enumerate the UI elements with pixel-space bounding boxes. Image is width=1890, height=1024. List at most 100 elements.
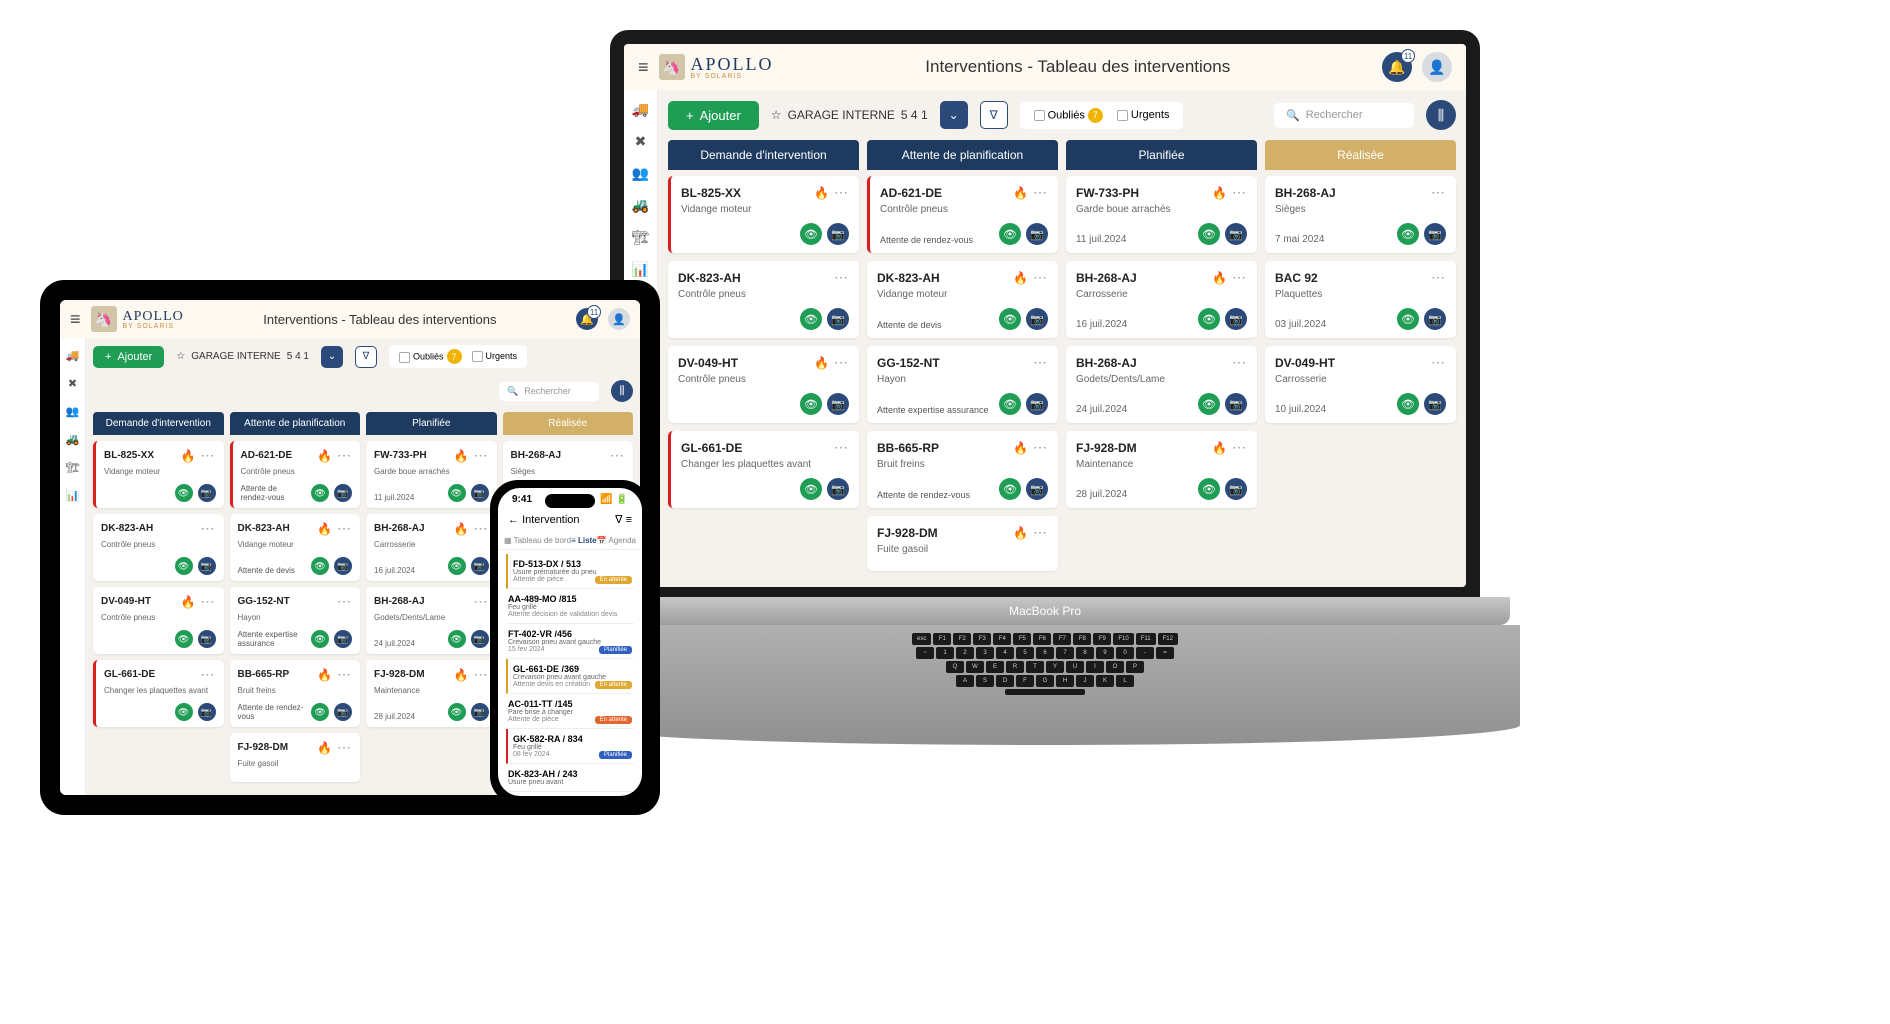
phone-tab[interactable]: ≡ Liste [571,536,597,545]
search-input[interactable]: 🔍 Rechercher [499,382,599,401]
sidebar-truck-icon[interactable]: 🚚 [632,100,650,118]
view-icon[interactable]: 👁 [1198,393,1220,415]
phone-list-item[interactable]: FD-513-DX / 513Usure prématurée du pneuA… [506,554,634,589]
sidebar-truck-icon[interactable]: 🚚 [64,346,82,364]
camera-icon[interactable]: 📷 [1424,393,1446,415]
intervention-card[interactable]: GL-661-DE⋯Changer les plaquettes avant👁📷 [668,431,859,508]
card-menu-icon[interactable]: ⋯ [337,739,352,756]
sidebar-crane-icon[interactable]: 🏗 [632,228,650,246]
card-menu-icon[interactable]: ⋯ [1033,439,1048,456]
add-button[interactable]: + Ajouter [668,101,759,130]
camera-icon[interactable]: 📷 [471,703,489,721]
phone-list-item[interactable]: AC-011-TT /145Pare brise à changerAttent… [506,694,634,729]
card-menu-icon[interactable]: ⋯ [201,520,216,537]
camera-icon[interactable]: 📷 [1225,393,1247,415]
camera-icon[interactable]: 📷 [1424,308,1446,330]
notifications-button[interactable]: 🔔11 [576,308,598,330]
intervention-card[interactable]: BH-268-AJ⋯Sièges7 mai 2024👁📷 [1265,176,1456,253]
sidebar-users-icon[interactable]: 👥 [632,164,650,182]
intervention-card[interactable]: DK-823-AH⋯Contrôle pneus👁📷 [93,514,224,581]
camera-icon[interactable]: 📷 [334,630,352,648]
settings-button[interactable]: ⫼ [611,380,633,402]
intervention-card[interactable]: FJ-928-DM🔥⋯Fuite gasoil [867,516,1058,571]
filter-button[interactable]: ∇ [355,346,377,368]
camera-icon[interactable]: 📷 [198,703,216,721]
sidebar-users-icon[interactable]: 👥 [64,402,82,420]
view-icon[interactable]: 👁 [311,703,329,721]
garage-selector[interactable]: ☆ GARAGE INTERNE 5 4 1 [771,108,928,122]
intervention-card[interactable]: AD-621-DE🔥⋯Contrôle pneusAttente de rend… [230,441,361,508]
camera-icon[interactable]: 📷 [471,557,489,575]
intervention-card[interactable]: DV-049-HT⋯Carrosserie10 juil.2024👁📷 [1265,346,1456,423]
view-icon[interactable]: 👁 [311,630,329,648]
camera-icon[interactable]: 📷 [471,484,489,502]
dropdown-button[interactable]: ⌄ [940,101,968,129]
phone-filter-icon[interactable]: ∇ [615,514,622,526]
intervention-card[interactable]: DK-823-AH🔥⋯Vidange moteurAttente de devi… [867,261,1058,338]
card-menu-icon[interactable]: ⋯ [474,666,489,683]
filter-button[interactable]: ∇ [980,101,1008,129]
garage-selector[interactable]: ☆ GARAGE INTERNE 5 4 1 [176,351,309,362]
search-input[interactable]: 🔍 Rechercher [1274,103,1414,128]
intervention-card[interactable]: BL-825-XX🔥⋯Vidange moteur👁📷 [668,176,859,253]
sidebar-inventory-icon[interactable]: 📊 [64,486,82,504]
card-menu-icon[interactable]: ⋯ [610,447,625,464]
camera-icon[interactable]: 📷 [827,393,849,415]
card-menu-icon[interactable]: ⋯ [1431,354,1446,371]
oublies-filter[interactable]: Oubliés7 [1034,108,1103,123]
view-icon[interactable]: 👁 [175,703,193,721]
intervention-card[interactable]: DK-823-AH🔥⋯Vidange moteurAttente de devi… [230,514,361,581]
view-icon[interactable]: 👁 [1397,223,1419,245]
phone-menu-icon[interactable]: ≡ [626,514,632,526]
view-icon[interactable]: 👁 [1397,393,1419,415]
intervention-card[interactable]: GL-661-DE⋯Changer les plaquettes avant👁📷 [93,660,224,727]
card-menu-icon[interactable]: ⋯ [1232,354,1247,371]
camera-icon[interactable]: 📷 [334,484,352,502]
view-icon[interactable]: 👁 [448,703,466,721]
intervention-card[interactable]: BAC 92⋯Plaquettes03 juil.2024👁📷 [1265,261,1456,338]
hamburger-icon[interactable]: ≡ [638,57,649,78]
camera-icon[interactable]: 📷 [198,484,216,502]
intervention-card[interactable]: GG-152-NT⋯HayonAttente expertise assuran… [867,346,1058,423]
view-icon[interactable]: 👁 [448,557,466,575]
sidebar-wrench-icon[interactable]: ✖ [64,374,82,392]
notifications-button[interactable]: 🔔11 [1382,52,1412,82]
camera-icon[interactable]: 📷 [827,478,849,500]
intervention-card[interactable]: BB-665-RP🔥⋯Bruit freinsAttente de rendez… [867,431,1058,508]
card-menu-icon[interactable]: ⋯ [201,593,216,610]
card-menu-icon[interactable]: ⋯ [1033,524,1048,541]
card-menu-icon[interactable]: ⋯ [1033,354,1048,371]
view-icon[interactable]: 👁 [800,308,822,330]
urgents-filter[interactable]: Urgents [472,351,518,362]
view-icon[interactable]: 👁 [311,557,329,575]
phone-list-item[interactable]: FT-402-VR /456Crevaison pneu avant gauch… [506,624,634,659]
intervention-card[interactable]: BL-825-XX🔥⋯Vidange moteur👁📷 [93,441,224,508]
view-icon[interactable]: 👁 [999,393,1021,415]
camera-icon[interactable]: 📷 [827,308,849,330]
urgents-filter[interactable]: Urgents [1117,109,1170,121]
view-icon[interactable]: 👁 [999,478,1021,500]
intervention-card[interactable]: FW-733-PH🔥⋯Garde boue arrachés11 juil.20… [366,441,497,508]
phone-tab[interactable]: 📅 Agenda [597,536,636,545]
view-icon[interactable]: 👁 [1198,478,1220,500]
view-icon[interactable]: 👁 [1397,308,1419,330]
camera-icon[interactable]: 📷 [1026,308,1048,330]
card-menu-icon[interactable]: ⋯ [201,666,216,683]
intervention-card[interactable]: GG-152-NT⋯HayonAttente expertise assuran… [230,587,361,654]
card-menu-icon[interactable]: ⋯ [1232,439,1247,456]
camera-icon[interactable]: 📷 [334,703,352,721]
card-menu-icon[interactable]: ⋯ [1033,269,1048,286]
intervention-card[interactable]: AD-621-DE🔥⋯Contrôle pneusAttente de rend… [867,176,1058,253]
camera-icon[interactable]: 📷 [471,630,489,648]
card-menu-icon[interactable]: ⋯ [834,269,849,286]
hamburger-icon[interactable]: ≡ [70,309,81,330]
camera-icon[interactable]: 📷 [1026,478,1048,500]
back-button[interactable]: ← Intervention [508,514,580,526]
view-icon[interactable]: 👁 [175,630,193,648]
phone-list-item[interactable]: AA-489-MO /815Feu grilléAttente décision… [506,589,634,624]
settings-button[interactable]: ⫼ [1426,100,1456,130]
intervention-card[interactable]: DV-049-HT🔥⋯Contrôle pneus👁📷 [668,346,859,423]
view-icon[interactable]: 👁 [448,630,466,648]
view-icon[interactable]: 👁 [999,223,1021,245]
card-menu-icon[interactable]: ⋯ [834,439,849,456]
